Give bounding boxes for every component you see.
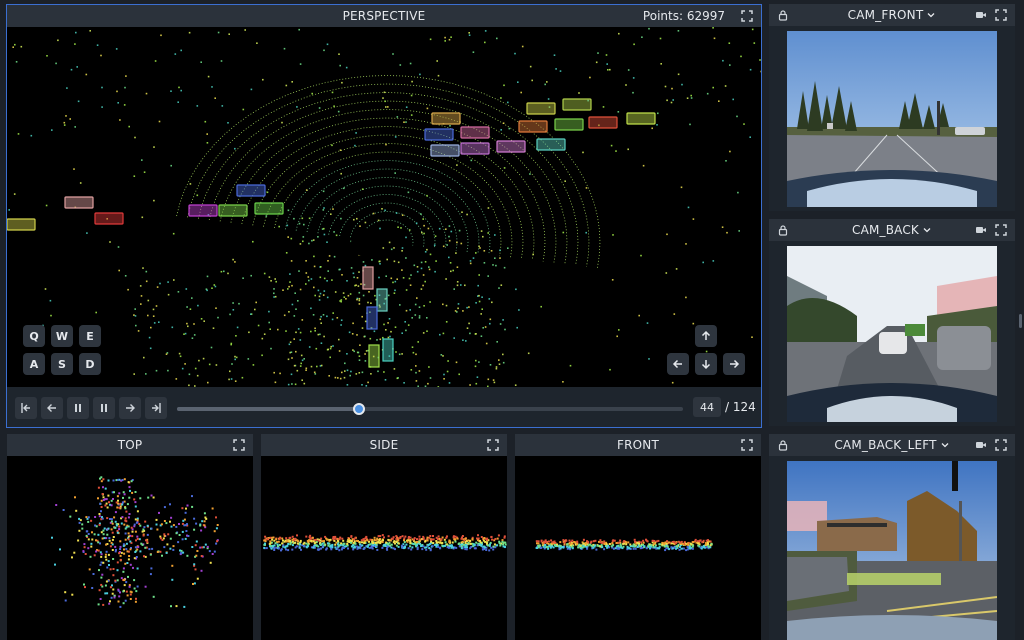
point-cloud-side bbox=[263, 534, 507, 552]
chevron-down-icon[interactable] bbox=[922, 225, 932, 235]
pause-button[interactable] bbox=[67, 397, 89, 419]
timeline-bar: 44 / 124 bbox=[7, 387, 761, 427]
arrow-left-button[interactable] bbox=[667, 353, 689, 375]
fullscreen-icon[interactable] bbox=[995, 224, 1007, 236]
arrow-down-icon bbox=[701, 360, 711, 370]
cam-back-left-body bbox=[769, 456, 1015, 640]
fullscreen-icon[interactable] bbox=[233, 439, 245, 451]
arrow-down-button[interactable] bbox=[695, 353, 717, 375]
front-view-panel: FRONT bbox=[515, 434, 761, 640]
cam-back-left-image[interactable] bbox=[787, 461, 997, 640]
pause-icon bbox=[75, 404, 81, 412]
top-view-title: TOP bbox=[117, 438, 143, 452]
fullscreen-icon[interactable] bbox=[741, 10, 753, 22]
key-w[interactable]: W bbox=[51, 325, 73, 347]
front-view-viewport[interactable] bbox=[515, 456, 761, 640]
arrow-right-icon bbox=[126, 404, 135, 412]
side-view-title: SIDE bbox=[369, 438, 399, 452]
cam-back-select[interactable]: CAM_BACK bbox=[852, 223, 919, 237]
key-q[interactable]: Q bbox=[23, 325, 45, 347]
chevron-down-icon[interactable] bbox=[940, 440, 950, 450]
fullscreen-icon[interactable] bbox=[995, 9, 1007, 21]
side-view-header: SIDE bbox=[261, 434, 507, 456]
frame-slider-thumb[interactable] bbox=[353, 403, 366, 415]
cam-back-header: CAM_BACK bbox=[769, 219, 1015, 241]
video-camera-icon[interactable] bbox=[975, 439, 987, 451]
key-a[interactable]: A bbox=[23, 353, 45, 375]
point-cloud-top bbox=[51, 476, 219, 608]
perspective-viewport[interactable]: Q W E A S D bbox=[7, 27, 761, 387]
cam-back-left-select[interactable]: CAM_BACK_LEFT bbox=[834, 438, 936, 452]
current-frame-input[interactable]: 44 bbox=[693, 397, 721, 417]
cam-front-panel: CAM_FRONT bbox=[769, 4, 1015, 211]
cam-back-left-header: CAM_BACK_LEFT bbox=[769, 434, 1015, 456]
arrow-right-icon bbox=[730, 359, 740, 369]
cam-back-left-panel: CAM_BACK_LEFT bbox=[769, 434, 1015, 640]
skip-start-icon bbox=[21, 403, 30, 413]
perspective-title: PERSPECTIVE bbox=[342, 9, 426, 23]
prev-frame-button[interactable] bbox=[41, 397, 63, 419]
chevron-down-icon[interactable] bbox=[926, 10, 936, 20]
panel-resize-handle[interactable] bbox=[1019, 314, 1022, 328]
cam-front-select[interactable]: CAM_FRONT bbox=[848, 8, 924, 22]
arrow-right-button[interactable] bbox=[723, 353, 745, 375]
pause-reverse-button[interactable] bbox=[93, 397, 115, 419]
side-view-viewport[interactable] bbox=[261, 456, 507, 640]
arrow-left-icon bbox=[672, 359, 682, 369]
frame-slider[interactable] bbox=[177, 403, 683, 415]
top-view-viewport[interactable] bbox=[7, 456, 253, 640]
key-d[interactable]: D bbox=[79, 353, 101, 375]
frame-slider-fill bbox=[177, 407, 360, 411]
skip-end-icon bbox=[152, 403, 161, 413]
point-cloud-perspective[interactable] bbox=[7, 27, 761, 387]
video-camera-icon[interactable] bbox=[975, 9, 987, 21]
last-frame-button[interactable] bbox=[145, 397, 167, 419]
fullscreen-icon[interactable] bbox=[487, 439, 499, 451]
lock-icon[interactable] bbox=[777, 439, 789, 451]
arrow-up-button[interactable] bbox=[695, 325, 717, 347]
arrow-up-icon bbox=[701, 330, 711, 340]
cam-back-panel: CAM_BACK bbox=[769, 219, 1015, 426]
frame-total: / 124 bbox=[725, 400, 756, 414]
points-count: Points: 62997 bbox=[642, 9, 725, 23]
next-frame-button[interactable] bbox=[119, 397, 141, 419]
key-s[interactable]: S bbox=[51, 353, 73, 375]
fullscreen-icon[interactable] bbox=[741, 439, 753, 451]
front-view-header: FRONT bbox=[515, 434, 761, 456]
top-view-panel: TOP bbox=[7, 434, 253, 640]
cam-back-body bbox=[769, 241, 1015, 426]
fullscreen-icon[interactable] bbox=[995, 439, 1007, 451]
lock-icon[interactable] bbox=[777, 9, 789, 21]
key-e[interactable]: E bbox=[79, 325, 101, 347]
cam-front-image[interactable] bbox=[787, 31, 997, 207]
pause-icon bbox=[101, 404, 107, 412]
front-view-title: FRONT bbox=[617, 438, 659, 452]
video-camera-icon[interactable] bbox=[975, 224, 987, 236]
top-view-header: TOP bbox=[7, 434, 253, 456]
arrow-left-icon bbox=[47, 404, 56, 412]
perspective-header: PERSPECTIVE Points: 62997 bbox=[7, 5, 761, 27]
first-frame-button[interactable] bbox=[15, 397, 37, 419]
lock-icon[interactable] bbox=[777, 224, 789, 236]
point-cloud-front bbox=[535, 538, 713, 552]
cam-front-body bbox=[769, 26, 1015, 211]
perspective-panel: PERSPECTIVE Points: 62997 Q W E A S D 44… bbox=[6, 4, 762, 428]
cam-front-header: CAM_FRONT bbox=[769, 4, 1015, 26]
cam-back-image[interactable] bbox=[787, 246, 997, 422]
side-view-panel: SIDE bbox=[261, 434, 507, 640]
